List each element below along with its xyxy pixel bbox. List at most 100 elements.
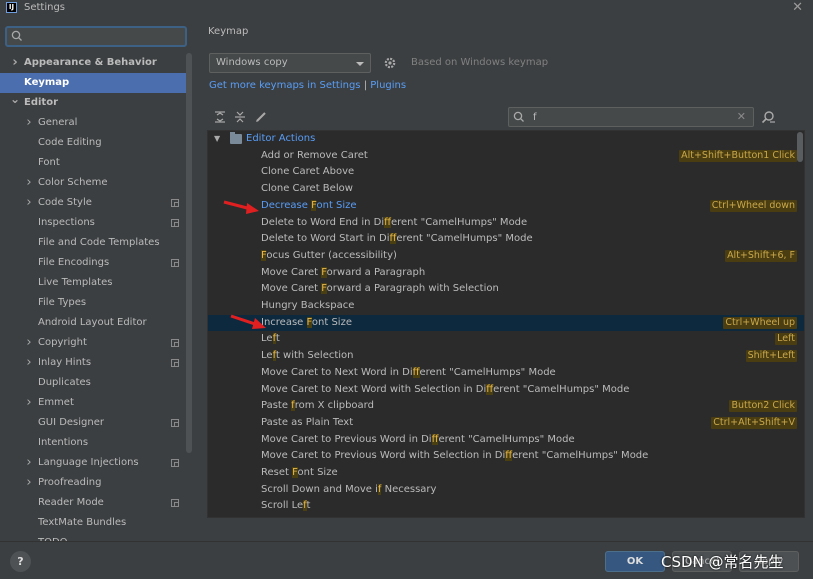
sidebar-item-live-templates[interactable]: Live Templates xyxy=(0,273,186,293)
clear-filter-icon[interactable]: ✕ xyxy=(737,110,746,123)
action-name-part: rom X clipboard xyxy=(294,400,374,412)
action-row[interactable]: Scroll Right xyxy=(208,515,804,517)
action-row[interactable]: Left Left xyxy=(208,331,804,348)
sidebar-item-file-types[interactable]: File Types xyxy=(0,293,186,313)
action-row[interactable]: Move Caret to Next Word in Different "Ca… xyxy=(208,365,804,382)
annotation-arrow-icon xyxy=(223,200,259,214)
help-button[interactable]: ? xyxy=(10,551,31,572)
edit-pencil-icon[interactable] xyxy=(255,111,267,123)
action-row[interactable]: Paste as Plain Text Ctrl+Alt+Shift+V xyxy=(208,415,804,432)
action-row[interactable]: Move Caret to Next Word with Selection i… xyxy=(208,382,804,399)
chevron-right-icon[interactable]: › xyxy=(24,113,34,133)
chevron-right-icon[interactable]: › xyxy=(24,353,34,373)
sidebar-scrollbar[interactable] xyxy=(186,53,192,453)
sidebar-item-textmate-bundles[interactable]: TextMate Bundles xyxy=(0,513,186,533)
sidebar-item-file-encodings[interactable]: File Encodings xyxy=(0,253,186,273)
sidebar-item-reader-mode[interactable]: Reader Mode xyxy=(0,493,186,513)
action-row[interactable]: Hungry Backspace xyxy=(208,298,804,315)
project-scope-icon xyxy=(171,459,179,467)
action-name: Decrease Font Size xyxy=(261,198,357,215)
action-name: Clone Caret Above xyxy=(261,164,354,181)
action-name-part: Clone Caret Below xyxy=(261,183,353,195)
chevron-right-icon[interactable]: › xyxy=(24,333,34,353)
sidebar-item-inspections[interactable]: Inspections xyxy=(0,213,186,233)
get-more-keymaps-link[interactable]: Get more keymaps in Settings xyxy=(209,80,361,91)
action-filter-input[interactable] xyxy=(533,110,723,124)
action-name-part: t xyxy=(275,333,280,345)
actions-scrollbar[interactable] xyxy=(797,132,803,162)
action-row[interactable]: Move Caret to Previous Word in Different… xyxy=(208,432,804,449)
action-name-part: ont Size xyxy=(311,316,352,328)
sidebar-item-copyright[interactable]: › Copyright xyxy=(0,333,186,353)
sidebar-item-emmet[interactable]: › Emmet xyxy=(0,393,186,413)
dropdown-arrow-icon xyxy=(356,62,364,66)
chevron-right-icon[interactable]: › xyxy=(24,453,34,473)
sidebar-item-code-style[interactable]: › Code Style xyxy=(0,193,186,213)
sidebar-item-gui-designer[interactable]: GUI Designer xyxy=(0,413,186,433)
project-scope-icon xyxy=(171,259,179,267)
action-row[interactable]: Increase Font Size Ctrl+Wheel up xyxy=(208,314,804,332)
shortcut-badge: Ctrl+Alt+Shift+V xyxy=(711,416,797,429)
action-row[interactable]: Left with Selection Shift+Left xyxy=(208,348,804,365)
sidebar-item-language-injections[interactable]: › Language Injections xyxy=(0,453,186,473)
action-row[interactable]: Delete to Word Start in Different "Camel… xyxy=(208,231,804,248)
action-name: Paste as Plain Text xyxy=(261,415,353,432)
chevron-right-icon[interactable]: › xyxy=(24,393,34,413)
project-scope-icon xyxy=(171,219,179,227)
keymap-dropdown[interactable]: Windows copy xyxy=(209,53,371,73)
sidebar-item-keymap[interactable]: Keymap xyxy=(0,73,186,93)
shortcut-badge: Shift+Left xyxy=(745,350,797,363)
gear-icon[interactable] xyxy=(383,56,397,70)
action-row[interactable]: Scroll Left xyxy=(208,498,804,515)
settings-search-field[interactable] xyxy=(5,26,187,47)
sidebar-item-font[interactable]: Font xyxy=(0,153,186,173)
action-name-part: orward a Paragraph with Selection xyxy=(326,283,499,295)
sidebar-item-android-layout-editor[interactable]: Android Layout Editor xyxy=(0,313,186,333)
action-row[interactable]: Delete to Word End in Different "CamelHu… xyxy=(208,215,804,232)
action-row[interactable]: Reset Font Size xyxy=(208,465,804,482)
chevron-right-icon[interactable]: › xyxy=(24,193,34,213)
sidebar-item-general[interactable]: › General xyxy=(0,113,186,133)
sidebar-item-inlay-hints[interactable]: › Inlay Hints xyxy=(0,353,186,373)
sidebar-item-todo[interactable]: TODO xyxy=(0,533,186,541)
chevron-down-icon[interactable]: ⌄ xyxy=(10,89,20,109)
action-name-part: erent "CamelHumps" Mode xyxy=(438,433,575,445)
action-row[interactable]: Add or Remove Caret Alt+Shift+Button1 Cli… xyxy=(208,148,804,165)
plugins-link[interactable]: Plugins xyxy=(370,80,406,91)
sidebar-item-duplicates[interactable]: Duplicates xyxy=(0,373,186,393)
sidebar-item-appearance-behavior[interactable]: › Appearance & Behavior xyxy=(0,53,186,73)
close-icon[interactable]: ✕ xyxy=(792,0,803,15)
sidebar-item-label: Duplicates xyxy=(38,377,91,388)
collapse-all-icon[interactable] xyxy=(234,111,246,123)
action-name-part: Reset xyxy=(261,467,293,478)
sidebar-item-label: Keymap xyxy=(24,77,70,88)
settings-search-input[interactable] xyxy=(27,29,177,44)
action-row[interactable]: Move Caret Forward a Paragraph with Sele… xyxy=(208,281,804,298)
action-filter-field[interactable]: ✕ xyxy=(508,107,754,127)
action-name-part: Le xyxy=(261,350,273,362)
chevron-right-icon[interactable]: › xyxy=(10,53,20,73)
sidebar-item-editor[interactable]: ⌄ Editor xyxy=(0,92,186,113)
action-name-part: Necessary xyxy=(381,483,437,495)
group-row-editor-actions[interactable]: ▼ Editor Actions xyxy=(208,131,804,148)
action-row[interactable]: Move Caret to Previous Word with Selecti… xyxy=(208,448,804,465)
action-row[interactable]: Clone Caret Below xyxy=(208,181,804,198)
shortcut-badge: Ctrl+Wheel up xyxy=(723,316,797,329)
chevron-right-icon[interactable]: › xyxy=(24,173,34,193)
action-row[interactable]: Scroll Down and Move if Necessary xyxy=(208,482,804,499)
sidebar-item-code-editing[interactable]: Code Editing xyxy=(0,133,186,153)
action-row[interactable]: Focus Gutter (accessibility) Alt+Shift+6,… xyxy=(208,248,804,265)
action-name: Move Caret to Next Word in Different "Ca… xyxy=(261,365,556,382)
chevron-right-icon[interactable]: › xyxy=(24,473,34,493)
find-by-shortcut-icon[interactable] xyxy=(761,110,776,125)
expand-all-icon[interactable] xyxy=(214,111,226,123)
sidebar-item-proofreading[interactable]: › Proofreading xyxy=(0,473,186,493)
action-row[interactable]: Paste from X clipboard Button2 Click xyxy=(208,398,804,415)
sidebar-item-file-and-code-templates[interactable]: File and Code Templates xyxy=(0,233,186,253)
action-row[interactable]: Decrease Font Size Ctrl+Wheel down xyxy=(208,198,804,215)
sidebar-item-intentions[interactable]: Intentions xyxy=(0,433,186,453)
sidebar-item-color-scheme[interactable]: › Color Scheme xyxy=(0,173,186,193)
ok-button[interactable]: OK xyxy=(605,551,665,572)
action-row[interactable]: Clone Caret Above xyxy=(208,164,804,181)
action-row[interactable]: Move Caret Forward a Paragraph xyxy=(208,265,804,282)
